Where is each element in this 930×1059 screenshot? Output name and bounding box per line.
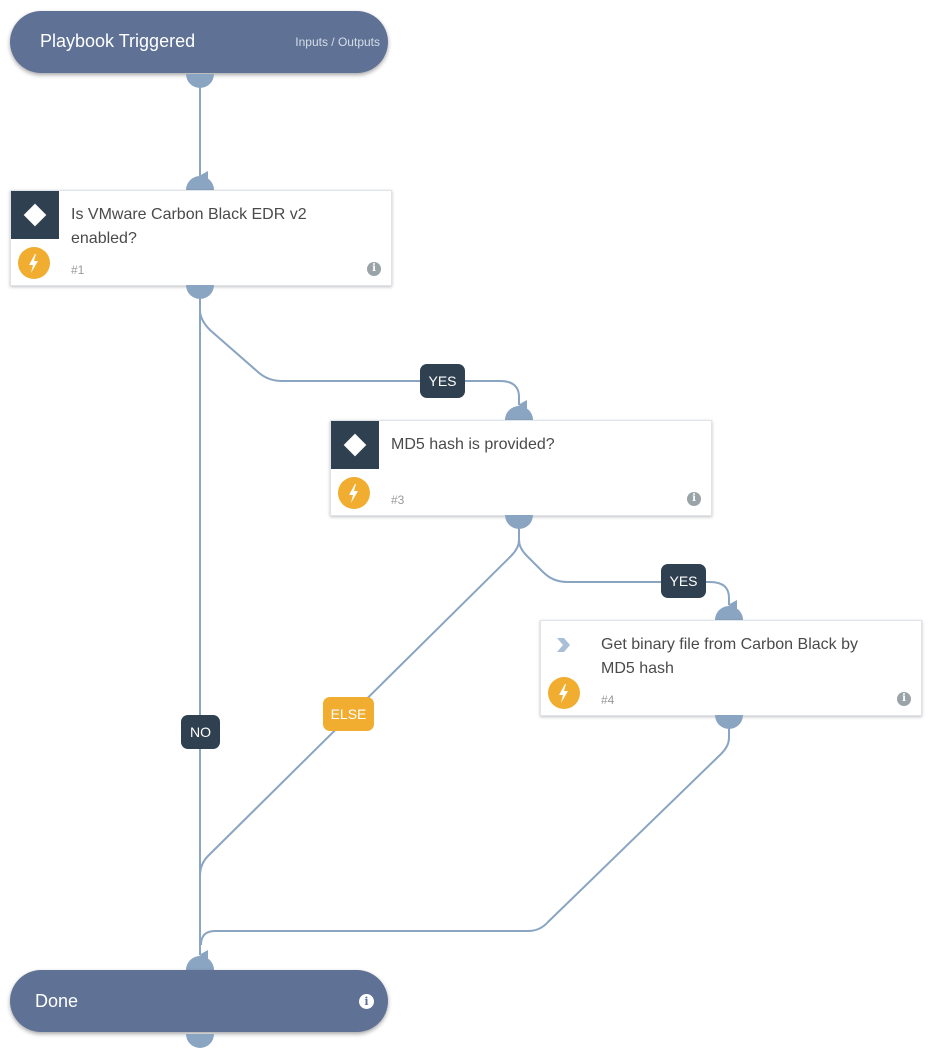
task-number: #4	[601, 693, 615, 707]
edge-label-yes[interactable]: YES	[420, 364, 465, 398]
info-icon[interactable]: i	[367, 262, 381, 276]
task-number: #3	[391, 493, 405, 507]
diamond-icon	[23, 203, 47, 227]
edge-task4-to-done	[200, 728, 730, 946]
done-node-title: Done	[35, 991, 79, 1011]
automation-bolt-icon	[338, 477, 370, 509]
flow-edges	[199, 85, 737, 960]
diamond-icon	[343, 433, 367, 457]
task-node-3[interactable]: MD5 hash is provided? #3 i	[330, 420, 712, 516]
automation-bolt-icon	[548, 677, 580, 709]
condition-header	[331, 421, 379, 469]
automation-bolt-icon	[18, 247, 50, 279]
info-icon[interactable]: i	[359, 994, 374, 1009]
task-node-1[interactable]: Is VMware Carbon Black EDR v2 enabled? #…	[10, 190, 392, 286]
start-node-title: Playbook Triggered	[40, 31, 196, 51]
edge-label-yes[interactable]: YES	[661, 564, 706, 598]
done-node[interactable]: Done i	[10, 970, 388, 1032]
edge-task1-yes	[199, 298, 527, 410]
task-node-4[interactable]: Get binary file from Carbon Black by MD5…	[540, 620, 922, 716]
task-number: #1	[71, 263, 85, 277]
task-name: Get binary file from Carbon Black by MD5…	[601, 636, 858, 677]
edge-label-else[interactable]: ELSE	[323, 697, 374, 731]
condition-header	[11, 191, 59, 239]
inputs-outputs-link[interactable]: Inputs / Outputs	[295, 35, 380, 49]
task-name: MD5 hash is provided?	[391, 436, 555, 453]
edge-label-no[interactable]: NO	[181, 715, 220, 749]
task-name: Is VMware Carbon Black EDR v2 enabled?	[71, 206, 307, 247]
info-icon[interactable]: i	[897, 692, 911, 706]
chevron-right-icon	[557, 638, 570, 652]
start-node[interactable]: Playbook Triggered Inputs / Outputs	[10, 11, 388, 73]
info-icon[interactable]: i	[687, 492, 701, 506]
